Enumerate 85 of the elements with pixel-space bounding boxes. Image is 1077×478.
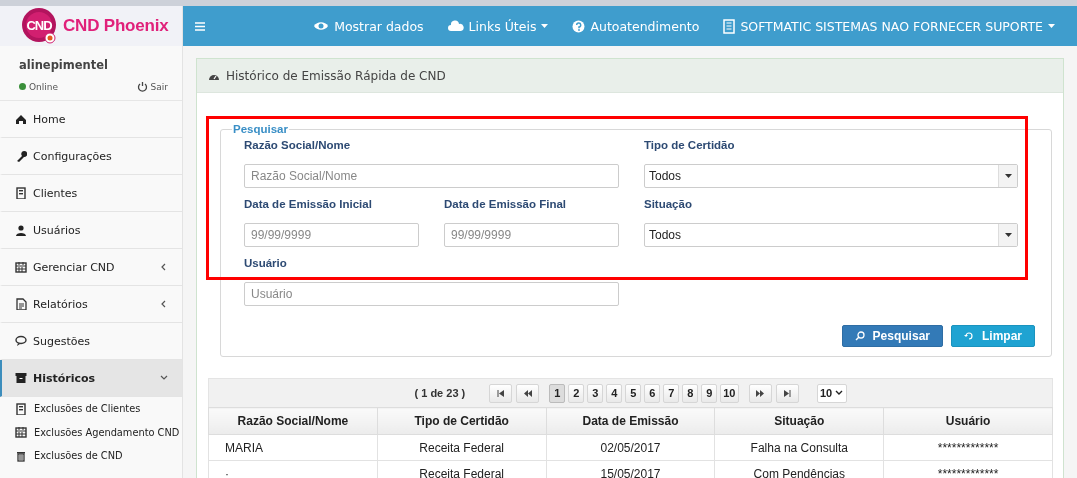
input-field[interactable]: Usuário xyxy=(244,282,619,306)
page-button[interactable]: 5 xyxy=(625,383,642,403)
previous-page-button[interactable] xyxy=(516,383,540,403)
trash-icon xyxy=(15,449,27,462)
next-page-icon xyxy=(756,389,764,397)
brand-name: CND Phoenix xyxy=(63,16,169,36)
action-button[interactable]: Pesquisar xyxy=(841,325,943,347)
table-cell: Falha na Consulta xyxy=(714,434,884,461)
column-header[interactable]: Situação xyxy=(714,407,884,435)
chevron-down-icon xyxy=(835,390,844,396)
table-cell: Receita Federal xyxy=(377,434,547,461)
menu-item[interactable]: Históricos xyxy=(0,360,182,397)
comments-icon xyxy=(15,335,27,347)
caret-icon xyxy=(1004,174,1012,178)
search-icon xyxy=(854,331,865,341)
menu-item[interactable]: Usuários xyxy=(0,212,182,249)
user-icon xyxy=(15,224,27,236)
chevron-left-icon xyxy=(160,300,168,308)
calendar-icon xyxy=(15,261,27,273)
caret-icon xyxy=(1004,233,1012,237)
search-legend: Pesquisar xyxy=(232,123,289,135)
page-size-select[interactable]: 10 xyxy=(816,383,847,403)
input-field[interactable]: 99/99/9999 xyxy=(244,223,419,247)
menu-item[interactable]: Gerenciar CND xyxy=(0,249,182,286)
field-label: Situação xyxy=(644,198,693,212)
submenu-item[interactable]: Exclusões de Clientes xyxy=(0,397,182,421)
field-label: Razão Social/Nome xyxy=(244,139,352,153)
page-summary: ( 1 de 23 ) xyxy=(414,387,466,399)
menu-item[interactable]: Home xyxy=(0,101,182,138)
calendar-icon xyxy=(15,426,27,439)
previous-page-icon xyxy=(523,389,532,397)
user-name: alinepimentel xyxy=(19,58,109,72)
home-icon xyxy=(15,113,27,125)
submenu-item[interactable]: Exclusões Agendamento CND xyxy=(0,420,182,444)
page-button[interactable]: 6 xyxy=(644,383,661,403)
menu-icon[interactable] xyxy=(195,21,205,31)
table-cell: ************* xyxy=(883,434,1053,461)
wrench-icon xyxy=(15,150,27,162)
column-header[interactable]: Razão Social/Nome xyxy=(208,407,378,435)
field-label: Data de Emissão Inicial xyxy=(244,198,373,212)
input-field[interactable]: 99/99/9999 xyxy=(444,223,619,247)
page-button[interactable]: 3 xyxy=(587,383,604,403)
page-button[interactable]: 2 xyxy=(568,383,585,403)
select-field[interactable]: Todos xyxy=(644,223,1018,247)
table-cell: MARIA xyxy=(208,434,378,461)
archive-icon xyxy=(15,372,27,384)
next-page-button[interactable] xyxy=(748,383,772,403)
menu-item[interactable]: Relatórios xyxy=(0,286,182,323)
chevron-down-icon xyxy=(160,374,168,382)
page-button[interactable]: 1 xyxy=(549,383,566,403)
logout-link[interactable]: Sair xyxy=(150,81,168,92)
select-field[interactable]: Todos xyxy=(644,164,1018,188)
document-icon xyxy=(15,298,27,310)
page-button[interactable]: 10 xyxy=(720,383,739,403)
field-label: Tipo de Certidão xyxy=(644,139,736,153)
cloud-icon xyxy=(447,20,464,32)
power-icon xyxy=(136,81,148,92)
page-button[interactable]: 4 xyxy=(606,383,623,403)
chevron-left-icon xyxy=(160,263,168,271)
status-text: Online xyxy=(29,81,59,92)
building-icon xyxy=(15,402,27,415)
page-button[interactable]: 9 xyxy=(701,383,718,403)
column-header[interactable]: Usuário xyxy=(883,407,1053,435)
cnd-logo: CND xyxy=(21,7,57,45)
page-button[interactable]: 7 xyxy=(663,383,680,403)
input-field[interactable]: Razão Social/Nome xyxy=(244,164,619,188)
first-page-button[interactable] xyxy=(489,383,513,403)
first-page-icon xyxy=(496,389,505,397)
field-label: Data de Emissão Final xyxy=(444,198,568,212)
table-cell: 02/05/2017 xyxy=(546,434,715,461)
menu-item[interactable]: Configurações xyxy=(0,138,182,175)
last-page-button[interactable] xyxy=(775,383,799,403)
refresh-icon xyxy=(964,331,974,341)
caret-icon xyxy=(1048,24,1055,28)
building-icon xyxy=(15,187,27,199)
menu-item[interactable]: Clientes xyxy=(0,175,182,212)
caret-icon xyxy=(541,24,549,28)
panel-title: Histórico de Emissão Rápida de CND xyxy=(226,68,446,83)
column-header[interactable]: Tipo de Certidão xyxy=(377,407,547,435)
column-header[interactable]: Data de Emissão xyxy=(546,407,715,435)
building-icon xyxy=(723,18,736,34)
page-button[interactable]: 8 xyxy=(682,383,699,403)
submenu-item[interactable]: Exclusões de CND xyxy=(0,444,182,468)
field-label: Usuário xyxy=(244,257,288,271)
last-page-icon xyxy=(783,389,791,397)
